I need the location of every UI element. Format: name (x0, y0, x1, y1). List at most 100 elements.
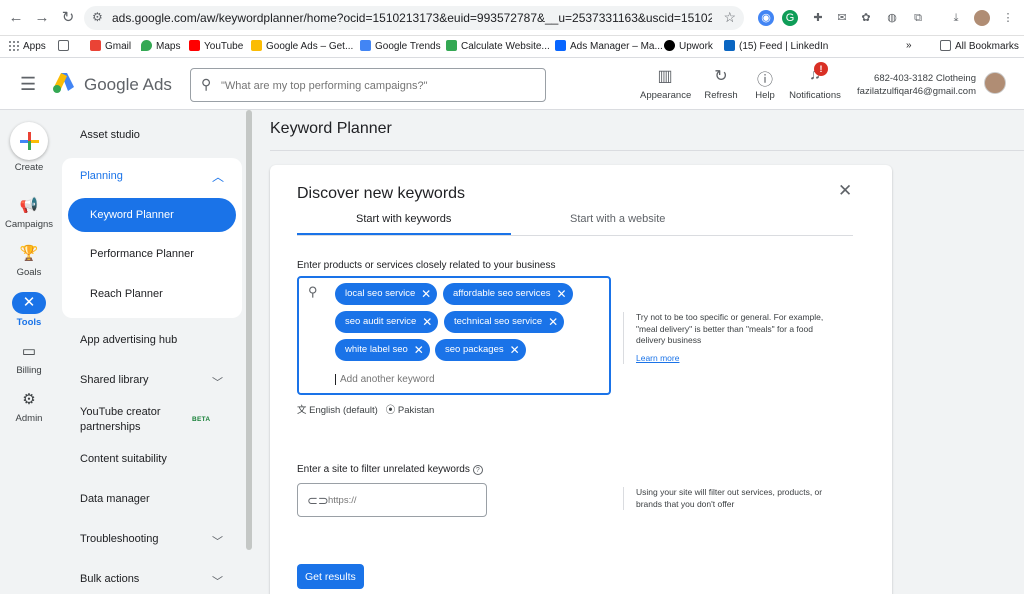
refresh-button[interactable]: ↻ Refresh (702, 66, 740, 101)
close-icon[interactable]: ✕ (838, 181, 852, 201)
left-rail: Create 📢 Campaigns 🏆 Goals ✕ Tools ▭ Bil… (0, 110, 58, 594)
extension-flower-icon[interactable]: ✿ (858, 10, 874, 26)
back-arrow-icon[interactable]: ← (6, 8, 26, 28)
tab-start-with-website[interactable]: Start with a website (570, 213, 665, 225)
nav-app-advertising-hub[interactable]: App advertising hub (80, 334, 177, 346)
site-tip: Using your site will filter out services… (623, 487, 833, 510)
location-value[interactable]: Pakistan (398, 405, 434, 416)
tabs-divider (297, 235, 853, 236)
appearance-button[interactable]: ▥ Appearance (640, 66, 691, 101)
main-menu-icon[interactable]: ☰ (20, 74, 36, 95)
search-box[interactable]: ⚲ (190, 68, 546, 102)
help-circle-icon[interactable]: ? (472, 465, 483, 475)
products-label: Enter products or services closely relat… (297, 260, 556, 271)
download-icon[interactable]: ⤓ (948, 10, 964, 26)
bookmark-gmail[interactable]: Gmail (90, 40, 131, 52)
keyword-chip[interactable]: white label seo ✕ (335, 339, 430, 361)
account-avatar[interactable] (984, 72, 1006, 94)
bookmark-linkedin[interactable]: (15) Feed | LinkedIn (724, 40, 828, 52)
bookmark-calculate-website[interactable]: Calculate Website... (446, 40, 550, 52)
tab-start-with-keywords[interactable]: Start with keywords (356, 213, 451, 225)
nav-asset-studio[interactable]: Asset studio (80, 129, 140, 141)
remove-chip-icon[interactable]: ✕ (548, 311, 558, 333)
nav-reach-planner[interactable]: Reach Planner (90, 288, 163, 300)
keyword-chip[interactable]: seo packages ✕ (435, 339, 526, 361)
nav-shared-library[interactable]: Shared library (80, 374, 148, 386)
forward-arrow-icon[interactable]: → (32, 8, 52, 28)
help-button[interactable]: ⓘ Help (750, 66, 780, 101)
all-bookmarks[interactable]: All Bookmarks (940, 40, 1019, 52)
meta-icon (555, 40, 566, 51)
nav-planning[interactable]: Planning (80, 170, 123, 182)
create-button[interactable] (10, 122, 48, 160)
google-ads-logo-text: Google Ads (84, 75, 172, 94)
site-url-input[interactable] (328, 495, 478, 506)
bookmark-ads-manager[interactable]: Ads Manager – Ma... (555, 40, 663, 52)
rail-create-label[interactable]: Create (0, 162, 58, 173)
remove-chip-icon[interactable]: ✕ (414, 339, 424, 361)
title-divider (270, 150, 1024, 151)
nav-troubleshooting[interactable]: Troubleshooting (80, 533, 158, 545)
nav-performance-planner[interactable]: Performance Planner (90, 248, 194, 260)
remove-chip-icon[interactable]: ✕ (422, 311, 432, 333)
browser-menu-icon[interactable]: ⋮ (1000, 10, 1016, 26)
extensions-puzzle-icon[interactable]: ⧉ (910, 10, 926, 26)
keyword-chip[interactable]: local seo service ✕ (335, 283, 438, 305)
grammarly-icon[interactable]: G (782, 10, 798, 26)
site-info-icon[interactable]: ⚙ (92, 10, 103, 24)
bookmark-maps[interactable]: Maps (141, 40, 180, 52)
megaphone-icon: 📢 (19, 197, 39, 214)
chevron-down-icon[interactable]: ﹀ (212, 533, 223, 549)
bookmark-upwork[interactable]: Upwork (664, 40, 713, 52)
nav-content-suitability[interactable]: Content suitability (80, 453, 167, 465)
chevron-up-icon[interactable]: ︿ (212, 168, 224, 185)
keywords-input-box[interactable]: ⚲ local seo service ✕ affordable seo serv… (297, 276, 611, 395)
link-icon: ⊂⊃ (307, 493, 329, 508)
add-keyword-input[interactable] (335, 374, 535, 385)
search-input[interactable] (221, 80, 521, 92)
rail-tools[interactable]: ✕ Tools (0, 292, 58, 328)
rail-campaigns[interactable]: 📢 Campaigns (0, 196, 58, 230)
rail-billing[interactable]: ▭ Billing (0, 342, 58, 376)
nav-youtube-creator-partnerships[interactable]: YouTube creator partnerships (80, 406, 161, 433)
extension-icon[interactable]: ◉ (758, 10, 774, 26)
language-value[interactable]: English (default) (309, 405, 378, 416)
bookmark-grid[interactable] (58, 40, 73, 52)
translate-icon: 文 (297, 405, 307, 416)
profile-avatar-icon[interactable] (974, 10, 990, 26)
bookmarks-overflow[interactable]: » (906, 40, 912, 51)
account-info[interactable]: 682-403-3182 Clotheing fazilatzulfiqar46… (852, 72, 976, 98)
youtube-icon (189, 40, 200, 51)
rail-admin[interactable]: ⚙ Admin (0, 390, 58, 424)
keyword-chip[interactable]: technical seo service ✕ (444, 311, 565, 333)
notifications-button[interactable]: ♫ ! Notifications (788, 62, 842, 101)
keyword-chip[interactable]: seo audit service ✕ (335, 311, 439, 333)
bookmark-youtube[interactable]: YouTube (189, 40, 243, 52)
bookmark-google-trends[interactable]: Google Trends (360, 40, 441, 52)
reload-icon[interactable]: ↻ (58, 8, 78, 28)
extension-plus-icon[interactable]: ✚ (810, 10, 826, 26)
site-input-box[interactable]: ⊂⊃ (297, 483, 487, 517)
remove-chip-icon[interactable]: ✕ (510, 339, 520, 361)
globe-extension-icon[interactable]: ◍ (884, 10, 900, 26)
bookmark-star-icon[interactable]: ☆ (723, 9, 736, 26)
remove-chip-icon[interactable]: ✕ (556, 283, 566, 305)
bookmark-google-ads[interactable]: Google Ads – Get... (251, 40, 353, 52)
nav-bulk-actions[interactable]: Bulk actions (80, 573, 139, 585)
mail-extension-icon[interactable]: ✉ (834, 10, 850, 26)
site-label: Enter a site to filter unrelated keyword… (297, 464, 483, 475)
planning-section: Planning ︿ Keyword Planner Performance P… (62, 158, 242, 318)
remove-chip-icon[interactable]: ✕ (421, 283, 431, 305)
address-bar[interactable]: ⚙ ads.google.com/aw/keywordplanner/home?… (84, 6, 744, 30)
learn-more-link[interactable]: Learn more (636, 353, 833, 365)
get-results-button[interactable]: Get results (297, 564, 364, 589)
chevron-down-icon[interactable]: ﹀ (212, 374, 223, 390)
url-text[interactable]: ads.google.com/aw/keywordplanner/home?oc… (112, 11, 712, 25)
keyword-chip[interactable]: affordable seo services ✕ (443, 283, 573, 305)
nav-data-manager[interactable]: Data manager (80, 493, 150, 505)
locale-settings[interactable]: 文 English (default) ⦿ Pakistan (297, 402, 434, 416)
chevron-down-icon[interactable]: ﹀ (212, 573, 223, 589)
bookmark-apps[interactable]: Apps (8, 40, 46, 52)
nav-keyword-planner[interactable]: Keyword Planner (68, 198, 236, 232)
rail-goals[interactable]: 🏆 Goals (0, 244, 58, 278)
